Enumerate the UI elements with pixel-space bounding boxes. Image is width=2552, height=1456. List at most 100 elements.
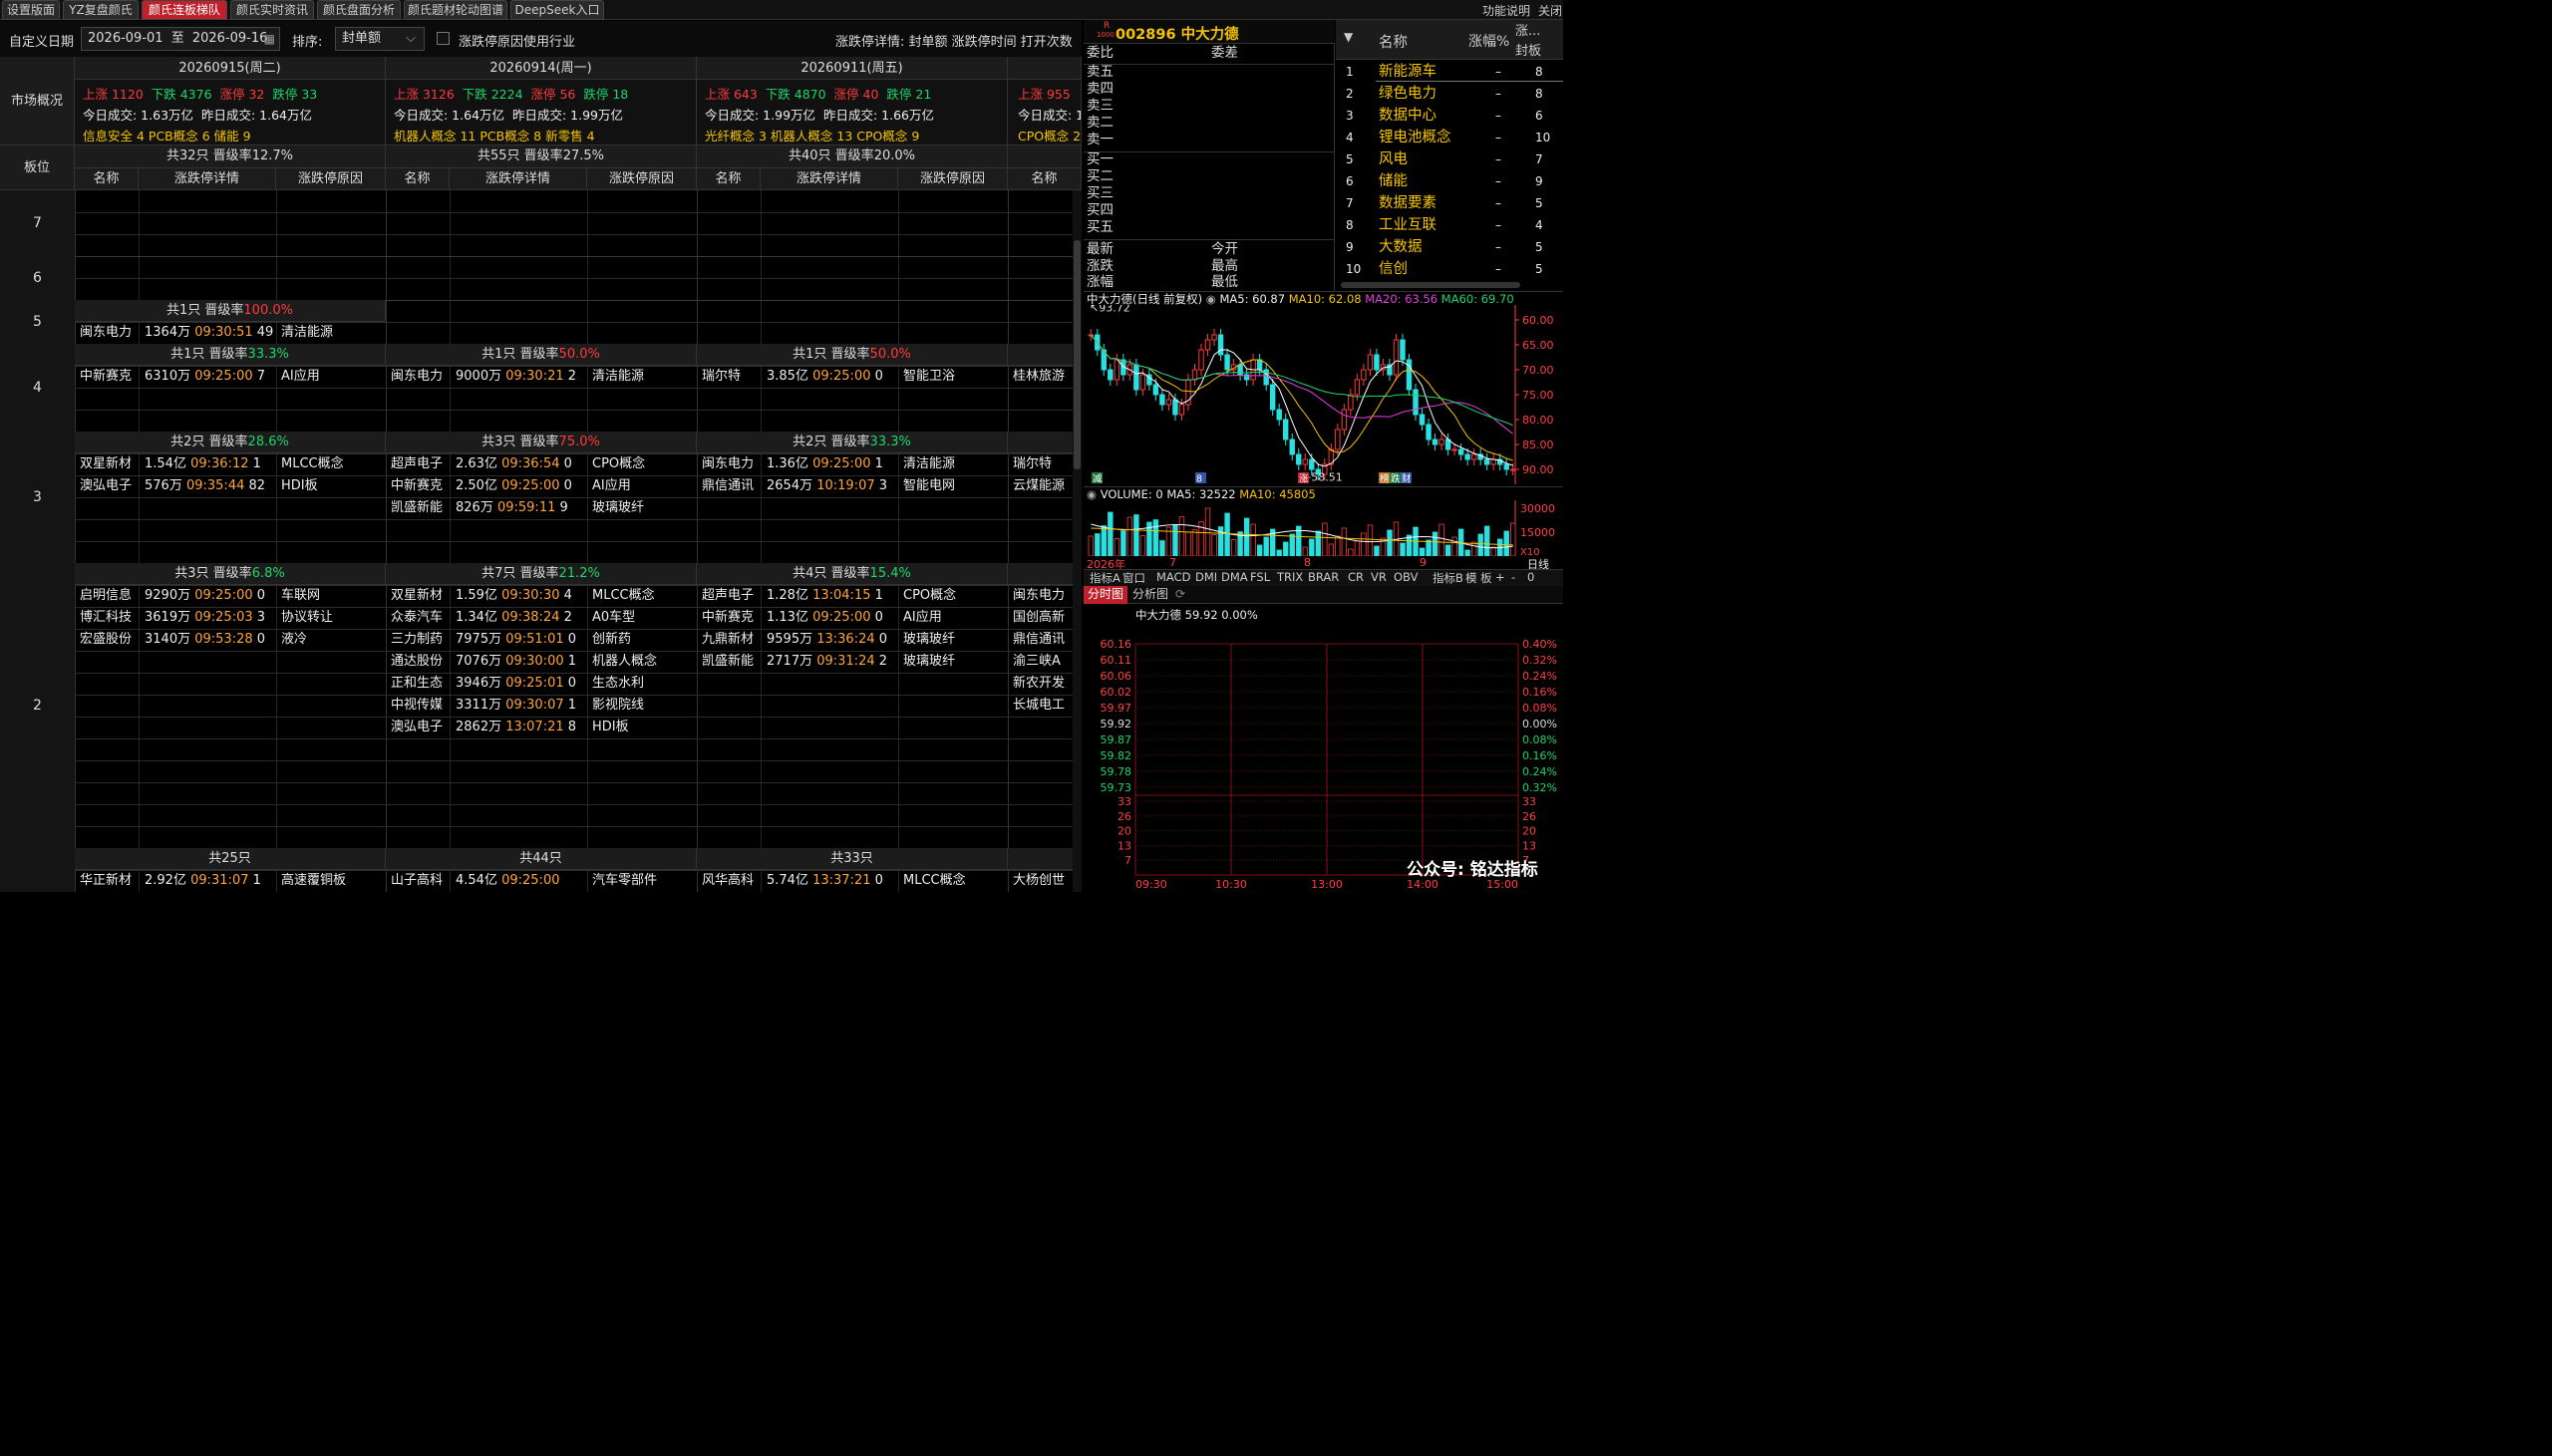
stock-name[interactable]: 中新赛克 xyxy=(702,607,754,629)
stock-name[interactable]: 闽东电力 xyxy=(391,366,443,388)
indicator-tab[interactable]: TRIX xyxy=(1277,570,1303,584)
ranking-dropdown-icon[interactable]: ▼ xyxy=(1344,30,1353,44)
stock-name[interactable]: 超声电子 xyxy=(391,453,443,475)
stock-name[interactable]: 三力制药 xyxy=(391,629,443,651)
settings-icon[interactable]: ◉ xyxy=(1206,292,1216,306)
stock-name[interactable]: 众泰汽车 xyxy=(391,607,443,629)
ranking-header-name[interactable]: 名称 xyxy=(1379,31,1408,52)
indicator-tab[interactable]: DMA xyxy=(1221,570,1248,584)
stock-name[interactable]: 华正新材 xyxy=(80,870,132,892)
tab-analysis-chart[interactable]: 分析图 xyxy=(1130,586,1170,604)
col-header-reason[interactable]: 涨跌停原因 xyxy=(276,168,386,190)
col-header-detail[interactable]: 涨跌停详情 xyxy=(450,168,587,190)
ranking-row[interactable]: 2 绿色电力 – 8 xyxy=(1336,83,1563,105)
col-header-reason[interactable]: 涨跌停原因 xyxy=(898,168,1008,190)
indicator-tab[interactable]: BRAR xyxy=(1308,570,1339,584)
stock-name[interactable]: 山子高科 xyxy=(391,870,443,892)
stock-name[interactable]: 桂林旅游 xyxy=(1013,366,1065,388)
tab-deepseek[interactable]: DeepSeek入口 xyxy=(510,0,604,20)
indicator-tab[interactable]: CR xyxy=(1348,570,1364,584)
col-header-name[interactable]: 名称 xyxy=(697,168,761,190)
stock-name[interactable]: 正和生态 xyxy=(391,673,443,695)
stock-name[interactable]: 中视传媒 xyxy=(391,695,443,717)
stock-name[interactable]: 中新赛克 xyxy=(80,366,132,388)
indicator-tab[interactable]: 0 xyxy=(1527,570,1534,584)
ranking-row[interactable]: 10 信创 – 5 xyxy=(1336,258,1563,280)
col-header-detail[interactable]: 涨跌停详情 xyxy=(139,168,276,190)
stock-name[interactable]: 双星新材 xyxy=(391,585,443,607)
calendar-icon[interactable]: ▦ xyxy=(264,28,275,50)
tab-theme-map[interactable]: 颜氏题材轮动图谱 xyxy=(404,0,507,20)
date-range-input[interactable]: 2026-09-01 至 2026-09-16 ▦ xyxy=(81,27,280,51)
ranking-header-pct[interactable]: 涨幅% xyxy=(1468,31,1509,51)
stock-name[interactable]: 宏盛股份 xyxy=(80,629,132,651)
col-header-name[interactable]: 名称 xyxy=(386,168,450,190)
stock-name[interactable]: 启明信息 xyxy=(80,585,132,607)
ranking-row[interactable]: 9 大数据 – 5 xyxy=(1336,236,1563,258)
ranking-row[interactable]: 4 锂电池概念 – 10 xyxy=(1336,127,1563,148)
tab-yz-review[interactable]: YZ复盘颜氏 xyxy=(63,0,139,20)
stock-name[interactable]: 双星新材 xyxy=(80,453,132,475)
tab-analysis[interactable]: 颜氏盘面分析 xyxy=(317,0,401,20)
stock-name[interactable]: 通达股份 xyxy=(391,651,443,673)
refresh-icon[interactable]: ⟳ xyxy=(1175,587,1185,601)
indicator-tab[interactable]: + xyxy=(1495,570,1505,584)
stock-name[interactable]: 澳弘电子 xyxy=(80,475,132,497)
indicator-tab[interactable]: FSL xyxy=(1250,570,1270,584)
col-header-detail[interactable]: 涨跌停详情 xyxy=(761,168,898,190)
stock-name[interactable]: 长城电工 xyxy=(1013,695,1065,717)
stock-name[interactable]: 新农开发 xyxy=(1013,673,1065,695)
stock-name[interactable]: 超声电子 xyxy=(702,585,754,607)
volume-settings-icon[interactable]: ◉ xyxy=(1087,487,1097,501)
indicator-tab[interactable]: 模 板 xyxy=(1465,570,1492,586)
stock-name[interactable]: 闽东电力 xyxy=(702,453,754,475)
ranking-scrollbar[interactable] xyxy=(1341,282,1520,288)
indicator-tab[interactable]: - xyxy=(1511,570,1515,584)
close-link[interactable]: 关闭 xyxy=(1538,2,1562,19)
stock-name[interactable]: 风华高科 xyxy=(702,870,754,892)
ranking-row[interactable]: 3 数据中心 – 6 xyxy=(1336,105,1563,127)
indicator-tab[interactable]: 窗口 xyxy=(1122,570,1145,586)
stock-name[interactable]: 云煤能源 xyxy=(1013,475,1065,497)
indicator-tab[interactable]: 指标A xyxy=(1090,570,1120,586)
sort-select[interactable]: 封单额 ⌵ xyxy=(335,27,425,51)
stock-name[interactable]: 九鼎新材 xyxy=(702,629,754,651)
stock-name[interactable]: 凯盛新能 xyxy=(391,497,443,519)
tab-ladder[interactable]: 颜氏连板梯队 xyxy=(142,0,227,20)
intraday-chart[interactable]: 60.16 0.40% 60.11 0.32% 60.06 0.24% 60.02 0.16%… xyxy=(1084,604,1563,892)
ranking-header-seal[interactable]: 封板 xyxy=(1515,40,1541,59)
tab-settings[interactable]: 设置版面 xyxy=(2,0,60,20)
indicator-tab[interactable]: MACD xyxy=(1156,570,1190,584)
col-header-reason[interactable]: 涨跌停原因 xyxy=(587,168,697,190)
stock-name[interactable]: 博汇科技 xyxy=(80,607,132,629)
candlestick-chart[interactable]: 90.00 85.00 80.00 75.00 70.00 65.00 60.00 ↖93.7… xyxy=(1084,305,1563,484)
ranking-row[interactable]: 5 风电 – 7 xyxy=(1336,148,1563,170)
indicator-tab[interactable]: DMI xyxy=(1195,570,1217,584)
tab-intraday[interactable]: 分时图 xyxy=(1084,586,1127,604)
ranking-header-zt[interactable]: 涨... xyxy=(1515,20,1540,39)
ranking-row[interactable]: 1 新能源车 – 8 xyxy=(1336,61,1563,83)
stock-name[interactable]: 中新赛克 xyxy=(391,475,443,497)
indicator-tab[interactable]: 指标B xyxy=(1433,570,1463,586)
ranking-row[interactable]: 8 工业互联 – 4 xyxy=(1336,214,1563,236)
scrollbar-thumb[interactable] xyxy=(1074,240,1081,469)
col-header-name[interactable]: 名称 xyxy=(75,168,139,190)
stock-name[interactable]: 大杨创世 xyxy=(1013,870,1065,892)
tab-news[interactable]: 颜氏实时资讯 xyxy=(230,0,314,20)
ranking-row[interactable]: 7 数据要素 – 5 xyxy=(1336,192,1563,214)
stock-name[interactable]: 渝三峡A xyxy=(1013,651,1061,673)
stock-name[interactable]: 瑞尔特 xyxy=(1013,453,1052,475)
scrollbar-track[interactable] xyxy=(1073,190,1082,892)
stock-name[interactable]: 澳弘电子 xyxy=(391,717,443,738)
industry-checkbox[interactable] xyxy=(437,32,450,45)
stock-name[interactable]: 闽东电力 xyxy=(1013,585,1065,607)
stock-name[interactable]: 凯盛新能 xyxy=(702,651,754,673)
help-link[interactable]: 功能说明 xyxy=(1482,2,1530,19)
ranking-row[interactable]: 6 储能 – 9 xyxy=(1336,170,1563,192)
stock-name[interactable]: 鼎信通讯 xyxy=(702,475,754,497)
stock-name[interactable]: 瑞尔特 xyxy=(702,366,741,388)
col-header-name[interactable]: 名称 xyxy=(1008,168,1082,190)
indicator-tab[interactable]: OBV xyxy=(1394,570,1418,584)
indicator-tab[interactable]: VR xyxy=(1371,570,1387,584)
stock-name[interactable]: 鼎信通讯 xyxy=(1013,629,1065,651)
